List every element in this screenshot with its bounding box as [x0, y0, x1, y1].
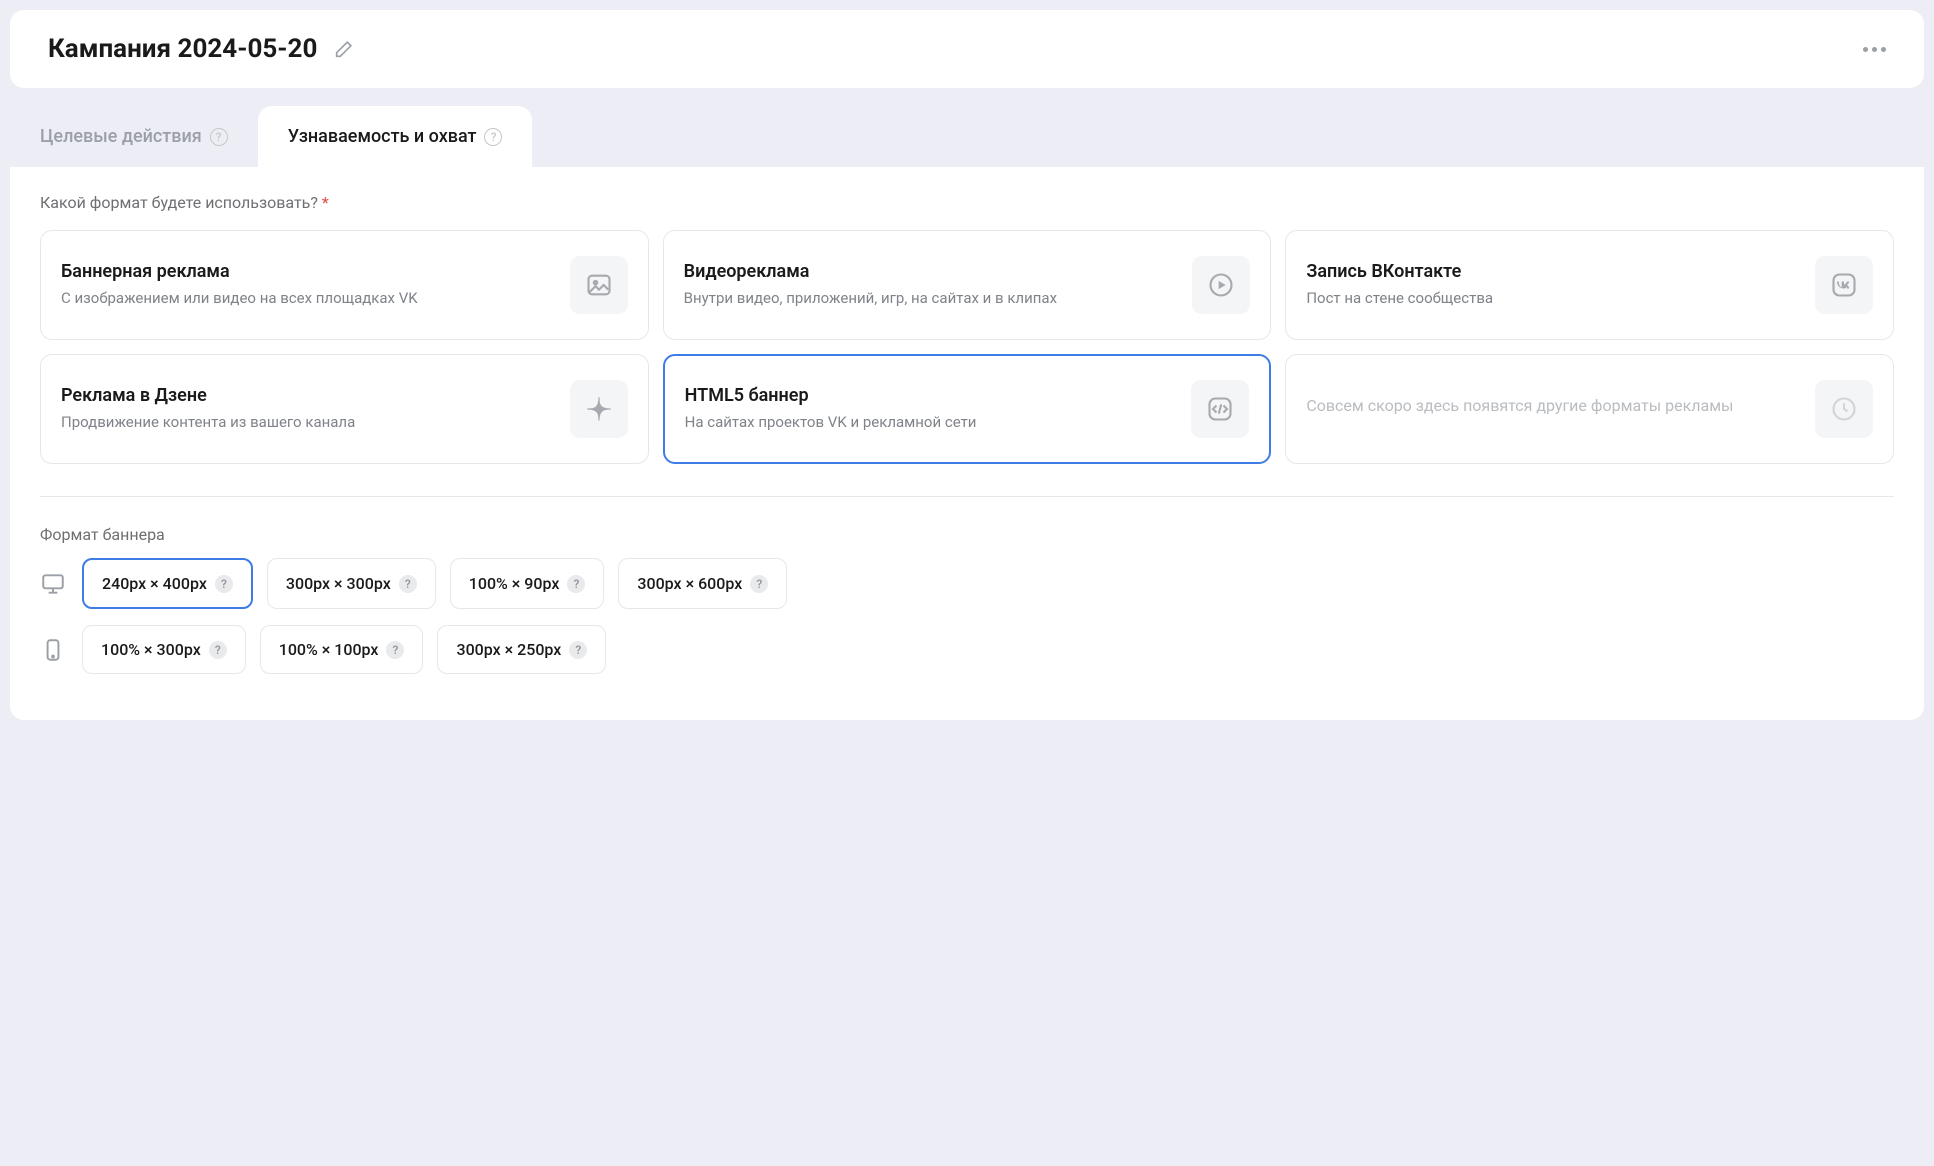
content-card: Целевые действия ? Узнаваемость и охват …: [10, 106, 1924, 720]
chip-300x600[interactable]: 300px × 600px ?: [618, 558, 787, 609]
tabs: Целевые действия ? Узнаваемость и охват …: [10, 106, 1924, 167]
help-icon[interactable]: ?: [569, 641, 587, 659]
format-desc: Пост на стене сообщества: [1306, 288, 1493, 309]
play-icon: [1192, 256, 1250, 314]
image-icon: [570, 256, 628, 314]
content-body: Какой формат будете использовать? * Банн…: [10, 167, 1924, 720]
help-icon[interactable]: ?: [399, 575, 417, 593]
format-section-label: Какой формат будете использовать? *: [40, 193, 1894, 212]
desktop-chips: 240px × 400px ? 300px × 300px ? 100% × 9…: [82, 558, 787, 609]
banner-row-desktop: 240px × 400px ? 300px × 300px ? 100% × 9…: [40, 558, 1894, 609]
format-title: Баннерная реклама: [61, 261, 418, 282]
required-marker: *: [322, 193, 329, 212]
help-icon[interactable]: ?: [750, 575, 768, 593]
format-card-dzen-ad[interactable]: Реклама в Дзене Продвижение контента из …: [40, 354, 649, 464]
code-icon: [1191, 380, 1249, 438]
chip-label: 100% × 90px: [469, 574, 560, 593]
chip-240x400[interactable]: 240px × 400px ?: [82, 558, 253, 609]
chip-label: 240px × 400px: [102, 574, 207, 593]
more-icon[interactable]: [1863, 47, 1886, 52]
format-desc: Продвижение контента из вашего канала: [61, 412, 355, 433]
edit-icon[interactable]: [333, 38, 355, 60]
format-title: Запись ВКонтакте: [1306, 261, 1493, 282]
chip-label: 100% × 300px: [101, 640, 201, 659]
help-icon[interactable]: ?: [567, 575, 585, 593]
format-title: Совсем скоро здесь появятся другие форма…: [1306, 395, 1733, 417]
help-icon[interactable]: ?: [484, 128, 502, 146]
chip-100pct-100[interactable]: 100% × 100px ?: [260, 625, 424, 674]
page-title: Кампания 2024-05-20: [48, 34, 317, 64]
format-card-coming-soon: Совсем скоро здесь появятся другие форма…: [1285, 354, 1894, 464]
mobile-icon: [40, 637, 66, 663]
format-card-video-ad[interactable]: Видеореклама Внутри видео, приложений, и…: [663, 230, 1272, 340]
tab-label: Узнаваемость и охват: [288, 126, 477, 147]
tab-awareness-reach[interactable]: Узнаваемость и охват ?: [258, 106, 533, 167]
format-desc: Внутри видео, приложений, игр, на сайтах…: [684, 288, 1057, 309]
format-title: Реклама в Дзене: [61, 385, 355, 406]
help-icon[interactable]: ?: [386, 641, 404, 659]
help-icon[interactable]: ?: [210, 128, 228, 146]
format-card-html5-banner[interactable]: HTML5 баннер На сайтах проектов VK и рек…: [663, 354, 1272, 464]
chip-label: 300px × 300px: [286, 574, 391, 593]
format-title: HTML5 баннер: [685, 385, 977, 406]
format-title: Видеореклама: [684, 261, 1057, 282]
help-icon[interactable]: ?: [215, 575, 233, 593]
chip-label: 300px × 250px: [456, 640, 561, 659]
chip-100pct-300[interactable]: 100% × 300px ?: [82, 625, 246, 674]
format-card-vk-post[interactable]: Запись ВКонтакте Пост на стене сообществ…: [1285, 230, 1894, 340]
dzen-icon: [570, 380, 628, 438]
chip-label: 100% × 100px: [279, 640, 379, 659]
mobile-chips: 100% × 300px ? 100% × 100px ? 300px × 25…: [82, 625, 606, 674]
clock-icon: [1815, 380, 1873, 438]
chip-300x300[interactable]: 300px × 300px ?: [267, 558, 436, 609]
banner-section-label: Формат баннера: [40, 525, 1894, 544]
chip-100pct-90[interactable]: 100% × 90px ?: [450, 558, 605, 609]
chip-300x250[interactable]: 300px × 250px ?: [437, 625, 606, 674]
tab-target-actions[interactable]: Целевые действия ?: [10, 106, 258, 167]
header-card: Кампания 2024-05-20: [10, 10, 1924, 88]
format-grid: Баннерная реклама С изображением или вид…: [40, 230, 1894, 497]
help-icon[interactable]: ?: [209, 641, 227, 659]
format-desc: На сайтах проектов VK и рекламной сети: [685, 412, 977, 433]
chip-label: 300px × 600px: [637, 574, 742, 593]
format-card-banner-ad[interactable]: Баннерная реклама С изображением или вид…: [40, 230, 649, 340]
vk-icon: [1815, 256, 1873, 314]
banner-row-mobile: 100% × 300px ? 100% × 100px ? 300px × 25…: [40, 625, 1894, 674]
desktop-icon: [40, 571, 66, 597]
format-desc: С изображением или видео на всех площадк…: [61, 288, 418, 309]
header-left: Кампания 2024-05-20: [48, 34, 355, 64]
tab-label: Целевые действия: [40, 126, 202, 147]
